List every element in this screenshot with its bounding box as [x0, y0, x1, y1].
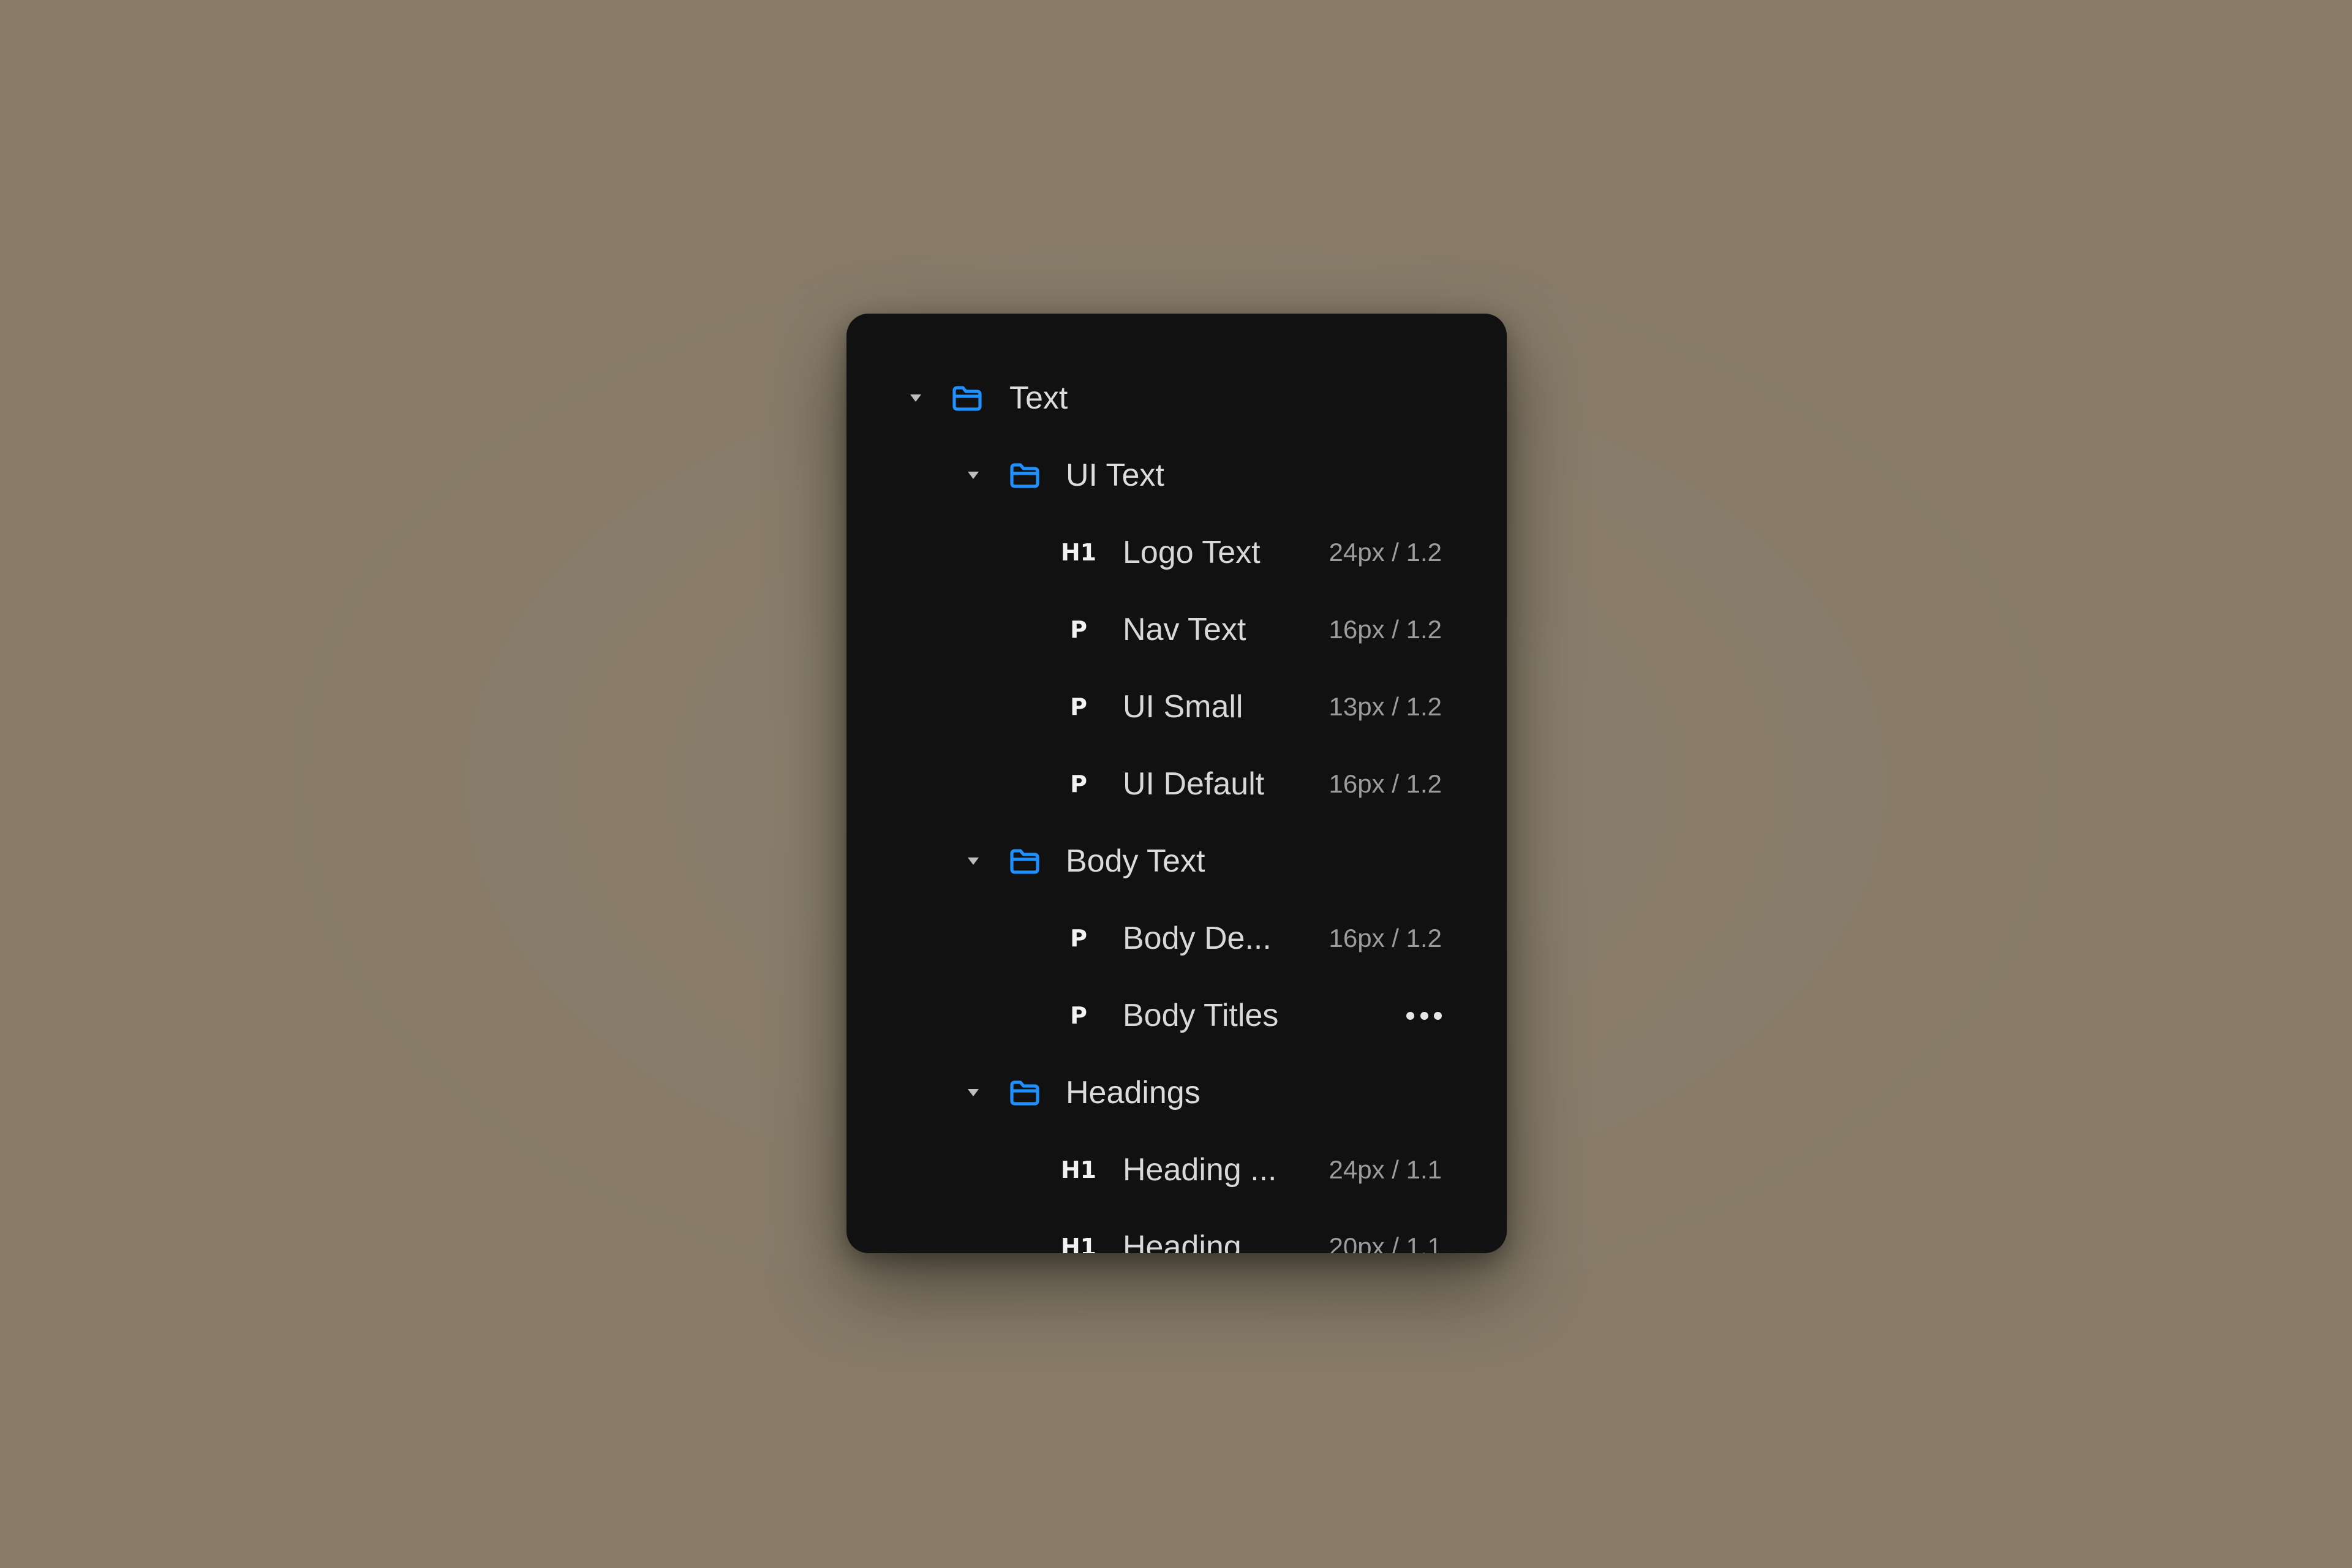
text-style-item[interactable]: P Body De... 16px / 1.2	[846, 900, 1507, 977]
item-name: Nav Text	[1123, 612, 1246, 647]
more-icon[interactable]	[1406, 1011, 1442, 1020]
chevron-down-icon[interactable]	[968, 858, 979, 865]
item-name: Heading ...	[1123, 1229, 1277, 1253]
text-style-item[interactable]: H1 Heading ... 20px / 1.1	[846, 1208, 1507, 1253]
item-meta: 16px / 1.2	[1329, 924, 1442, 952]
chevron-down-icon[interactable]	[968, 472, 979, 479]
tag-badge: P	[1070, 693, 1087, 720]
tag-badge: P	[1070, 925, 1087, 952]
group-label: Body Text	[1066, 843, 1205, 879]
text-style-item[interactable]: P UI Small 13px / 1.2	[846, 668, 1507, 745]
item-meta: 16px / 1.2	[1329, 615, 1442, 644]
tree-group-ui-text[interactable]: UI Text	[846, 437, 1507, 514]
text-style-item[interactable]: P Body Titles	[846, 977, 1507, 1054]
folder-icon	[951, 384, 983, 412]
folder-icon	[1009, 847, 1041, 875]
item-name: UI Default	[1123, 766, 1265, 802]
folder-icon	[1009, 1079, 1041, 1107]
tag-badge: H1	[1060, 1156, 1097, 1183]
tag-badge: P	[1070, 616, 1087, 643]
chevron-down-icon[interactable]	[968, 1089, 979, 1096]
item-name: Logo Text	[1123, 535, 1261, 570]
group-label: UI Text	[1066, 458, 1164, 493]
text-style-item[interactable]: P UI Default 16px / 1.2	[846, 745, 1507, 823]
item-name: Body De...	[1123, 921, 1272, 956]
text-style-item[interactable]: P Nav Text 16px / 1.2	[846, 591, 1507, 668]
tree-group-text[interactable]: Text	[846, 360, 1507, 437]
item-meta: 16px / 1.2	[1329, 769, 1442, 798]
tree-group-body-text[interactable]: Body Text	[846, 823, 1507, 900]
layers-panel: Text UI Text H1 Logo Text 24px / 1.2 P N…	[846, 314, 1507, 1253]
item-meta: 24px / 1.1	[1329, 1155, 1442, 1184]
item-name: Heading ...	[1123, 1152, 1277, 1188]
tag-badge: P	[1070, 771, 1087, 797]
item-meta: 13px / 1.2	[1329, 692, 1442, 721]
chevron-down-icon[interactable]	[910, 394, 921, 402]
item-name: UI Small	[1123, 689, 1243, 725]
item-name: Body Titles	[1123, 998, 1279, 1033]
item-meta: 20px / 1.1	[1329, 1232, 1442, 1254]
folder-icon	[1009, 461, 1041, 489]
text-style-item[interactable]: H1 Logo Text 24px / 1.2	[846, 514, 1507, 591]
tag-badge: H1	[1060, 1234, 1097, 1253]
tag-badge: P	[1070, 1002, 1087, 1029]
item-meta: 24px / 1.2	[1329, 538, 1442, 567]
tag-badge: H1	[1060, 539, 1097, 566]
group-label: Headings	[1066, 1075, 1200, 1110]
group-label: Text	[1009, 380, 1068, 416]
tree-group-headings[interactable]: Headings	[846, 1054, 1507, 1131]
text-style-item[interactable]: H1 Heading ... 24px / 1.1	[846, 1131, 1507, 1208]
